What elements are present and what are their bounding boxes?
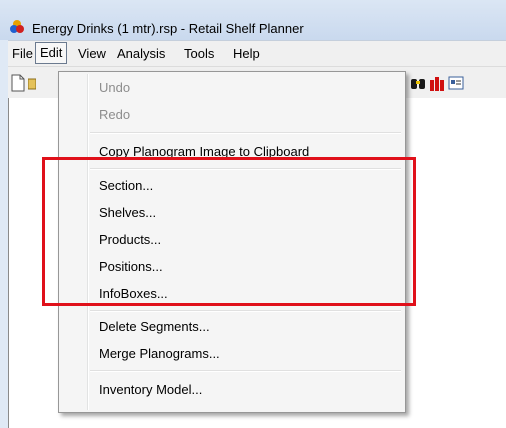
window-title: Energy Drinks (1 mtr).rsp - Retail Shelf…	[32, 21, 304, 36]
menu-separator	[90, 310, 401, 312]
open-folder-icon[interactable]	[28, 74, 36, 92]
menu-edit[interactable]: Edit	[35, 42, 68, 64]
menu-item-undo[interactable]: Undo	[99, 80, 130, 95]
menu-separator	[90, 370, 401, 372]
menu-analysis[interactable]: Analysis	[113, 46, 169, 61]
menu-item-delete-segments[interactable]: Delete Segments...	[99, 319, 210, 334]
menu-item-redo[interactable]: Redo	[99, 107, 130, 122]
menu-file[interactable]: File	[8, 46, 37, 61]
menu-item-merge-planograms[interactable]: Merge Planograms...	[99, 346, 220, 361]
menu-view[interactable]: View	[74, 46, 110, 61]
red-products-icon[interactable]	[429, 74, 445, 92]
menu-separator	[90, 132, 401, 134]
infobox-icon[interactable]	[448, 74, 464, 92]
binoculars-icon[interactable]	[410, 74, 426, 92]
retail-shelf-planner-icon	[10, 20, 24, 33]
title-bar: Energy Drinks (1 mtr).rsp - Retail Shelf…	[0, 0, 506, 40]
highlight-box	[42, 157, 416, 306]
menu-item-inventory-model[interactable]: Inventory Model...	[99, 382, 202, 397]
new-document-icon[interactable]	[10, 74, 26, 92]
menu-tools[interactable]: Tools	[180, 46, 218, 61]
menu-help[interactable]: Help	[229, 46, 264, 61]
menu-bar: File Edit View Analysis Tools Help	[8, 40, 506, 67]
